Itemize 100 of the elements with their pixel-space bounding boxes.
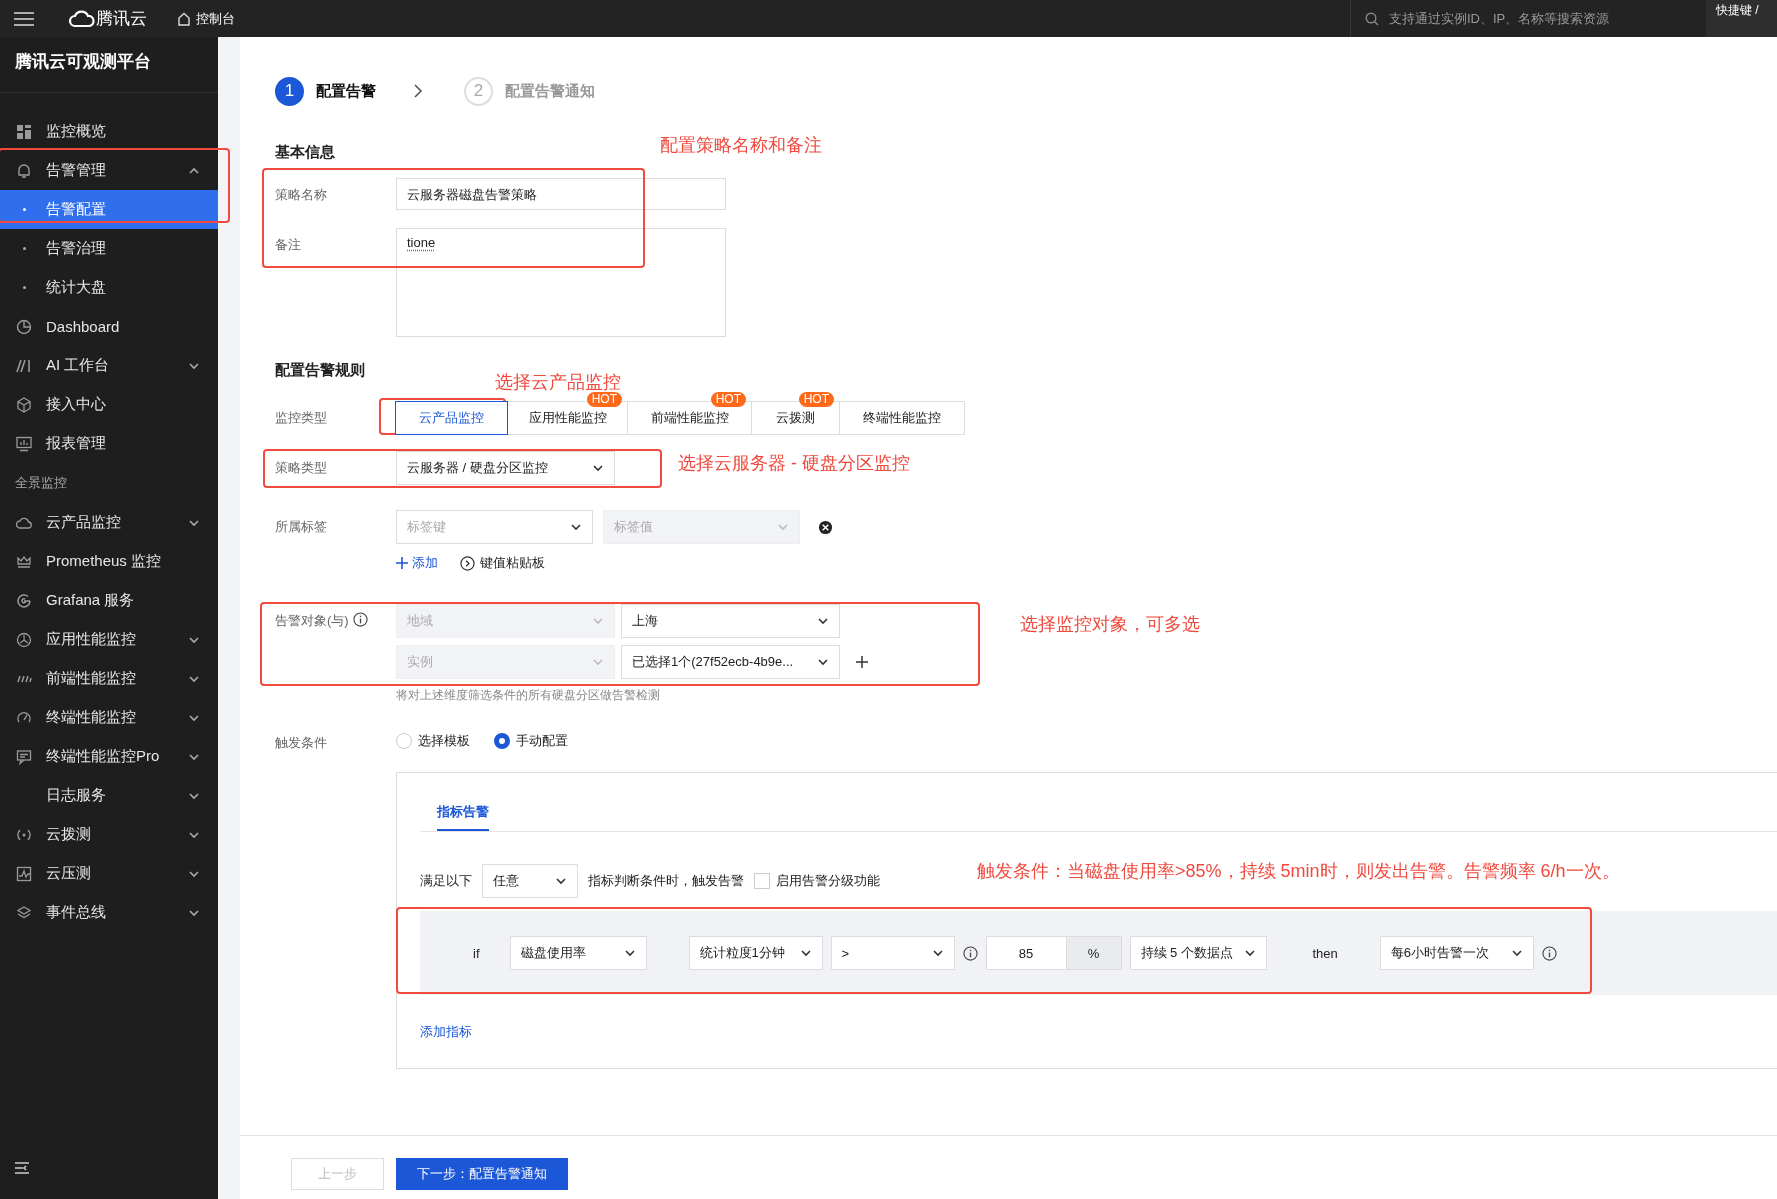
dropdown[interactable]: 每6小时告警一次 (1379, 936, 1534, 970)
sidebar-item[interactable]: 终端性能监控Pro (0, 737, 218, 776)
sidebar-item[interactable]: 监控概览 (0, 112, 218, 151)
bullet-icon (22, 247, 26, 250)
tab[interactable]: 指标告警 (437, 803, 489, 831)
cube-icon (16, 396, 32, 413)
bullet-icon (22, 208, 26, 211)
sidebar-item[interactable]: AI 工作台 (0, 346, 218, 385)
sidebar-item[interactable]: Grafana 服务 (0, 581, 218, 620)
step-number: 1 (275, 76, 304, 106)
next-button[interactable]: 下一步：配置告警通知 (396, 1158, 568, 1190)
pulse-icon (16, 865, 32, 882)
then-keyword: then (1312, 945, 1338, 961)
chevron-down-icon (592, 462, 604, 474)
sidebar-item[interactable]: 云产品监控 (0, 503, 218, 542)
section-heading: 全景监控 (15, 474, 67, 492)
add-metric-link[interactable]: 添加指标 (420, 1023, 472, 1041)
chevron-down-icon (1510, 947, 1523, 959)
sidebar-item[interactable]: 日志服务 (0, 776, 218, 815)
shortcut-button[interactable]: 快捷键 / (1706, 0, 1777, 37)
home-icon (177, 11, 191, 26)
sidebar-item[interactable]: 云压测 (0, 854, 218, 893)
chevron-down-icon (592, 615, 604, 627)
message-icon (16, 748, 32, 765)
annotation-note: 选择云产品监控 (495, 371, 621, 394)
input-field[interactable]: 云服务器磁盘告警策略 (396, 178, 726, 210)
remark-textarea[interactable]: tione (396, 228, 726, 337)
hint-text: 将对上述维度筛选条件的所有硬盘分区做告警检测 (396, 688, 660, 702)
layers-icon (16, 904, 32, 921)
bell-icon (16, 162, 32, 179)
step-label: 配置告警 (316, 81, 376, 101)
section-title: 基本信息 (275, 143, 335, 160)
sidebar-item[interactable]: 云拨测 (0, 815, 218, 854)
annotation-note: 触发条件：当磁盘使用率>85%，持续 5min时，则发出告警。告警频率 6/h一次。 (977, 860, 1620, 883)
dropdown[interactable]: 上海 (621, 604, 840, 638)
chevron-down-icon (931, 947, 944, 959)
collapse-icon[interactable] (14, 1161, 30, 1175)
annotation-note: 选择云服务器 - 硬盘分区监控 (678, 452, 910, 475)
step-label: 配置告警通知 (505, 81, 595, 101)
add-tag-link[interactable]: 添加 (396, 554, 438, 572)
sidebar-item[interactable]: 报表管理 (0, 424, 218, 463)
dropdown[interactable]: 磁盘使用率 (509, 936, 647, 970)
sidebar-subitem[interactable]: 告警治理 (0, 229, 218, 268)
slashes-icon (16, 357, 32, 374)
field-label: 所属标签 (275, 518, 328, 536)
chevron-down-icon (555, 875, 567, 887)
monitor-type-tab[interactable]: 云产品监控 (395, 401, 508, 435)
dropdown[interactable]: 持续 5 个数据点 (1129, 936, 1267, 970)
sidebar-item[interactable]: 前端性能监控 (0, 659, 218, 698)
field-label: 监控类型 (275, 409, 328, 427)
paste-link[interactable]: 键值粘贴板 (460, 554, 545, 572)
chevron-right-icon (412, 83, 424, 99)
sidebar-subitem[interactable]: 统计大盘 (0, 268, 218, 307)
dropdown[interactable]: 统计粒度1分钟 (688, 936, 823, 970)
platform-title: 腾讯云可观测平台 (15, 52, 151, 71)
monitor-type-tab[interactable]: 终端性能监控 (839, 401, 965, 435)
chevron-down-icon (1243, 947, 1256, 959)
annotation-note: 配置策略名称和备注 (660, 134, 822, 157)
plus-icon (396, 557, 408, 569)
menu-icon[interactable] (14, 10, 34, 27)
brand-name: 腾讯云 (96, 8, 147, 30)
field-label: 触发条件 (275, 734, 328, 752)
chevron-down-icon (623, 947, 636, 959)
console-link[interactable]: 控制台 (177, 9, 235, 28)
sidebar-item[interactable]: 接入中心 (0, 385, 218, 424)
if-keyword: if (473, 945, 480, 961)
match-prefix: 满足以下 (420, 872, 472, 890)
bullet-icon (22, 286, 26, 289)
radio-option[interactable]: 选择模板 (396, 732, 470, 750)
pie-chart-icon (16, 318, 32, 335)
chevron-down-icon (570, 521, 582, 533)
chevron-down-icon (777, 521, 789, 533)
field-label: 策略类型 (275, 459, 328, 477)
sidebar-subitem[interactable]: 告警配置 (0, 190, 218, 229)
sidebar-item[interactable]: 告警管理 (0, 151, 218, 190)
spiral-icon (16, 592, 32, 609)
radio-option[interactable]: 手动配置 (494, 732, 568, 750)
dropdown[interactable]: 已选择1个(27f52ecb-4b9e... (621, 645, 840, 679)
step-number: 2 (464, 76, 493, 106)
sidebar-item[interactable]: 应用性能监控 (0, 620, 218, 659)
match-suffix: 指标判断条件时，触发告警 (588, 872, 744, 890)
plus-icon[interactable] (856, 656, 868, 668)
field-label: 策略名称 (275, 186, 328, 204)
sidebar-item[interactable]: 事件总线 (0, 893, 218, 932)
info-icon (962, 945, 978, 961)
field-label: 告警对象(与) (275, 612, 349, 630)
search-icon (1365, 11, 1379, 26)
sidebar-item[interactable]: 终端性能监控 (0, 698, 218, 737)
chart-screen-icon (16, 435, 32, 452)
chevron-down-icon (817, 615, 829, 627)
sidebar-item[interactable]: Prometheus 监控 (0, 542, 218, 581)
chevron-down-icon (799, 947, 812, 959)
dropdown[interactable]: 任意 (482, 864, 578, 898)
chevron-circle-icon (460, 555, 475, 571)
dropdown[interactable]: > (830, 936, 955, 970)
clear-icon[interactable] (818, 519, 833, 535)
cloud-logo-icon (68, 8, 96, 29)
sidebar-item[interactable]: Dashboard (0, 307, 218, 346)
dropdown[interactable]: 云服务器 / 硬盘分区监控 (396, 451, 615, 485)
grading-checkbox[interactable]: 启用告警分级功能 (754, 872, 880, 890)
